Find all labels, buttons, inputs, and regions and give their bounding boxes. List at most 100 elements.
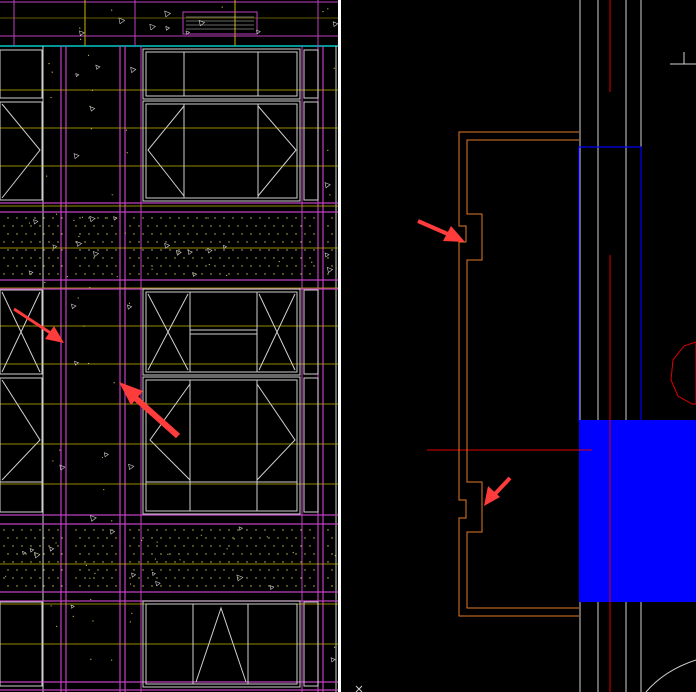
hatch-dot xyxy=(93,241,95,243)
hatch-dot xyxy=(313,553,315,555)
hatch-dot xyxy=(12,225,14,227)
hatch-dot xyxy=(111,577,113,579)
hatch-dot xyxy=(88,217,90,219)
hatch-dot xyxy=(291,529,293,531)
hatch-dot xyxy=(111,225,113,227)
hatch-dot xyxy=(205,233,207,235)
hatch-dot xyxy=(309,529,311,531)
hatch-dot xyxy=(48,225,50,227)
hatch-dot xyxy=(21,225,23,227)
hatch-dot xyxy=(273,529,275,531)
hatch-dot xyxy=(61,265,63,267)
stone-speck xyxy=(200,534,202,536)
hatch-dot xyxy=(79,569,81,571)
hatch-dot xyxy=(174,577,176,579)
hatch-dot xyxy=(79,537,81,539)
hatch-dot xyxy=(21,529,23,531)
hatch-dot xyxy=(165,241,167,243)
stone-speck xyxy=(81,216,83,218)
hatch-dot xyxy=(201,529,203,531)
hatch-dot xyxy=(295,537,297,539)
hatch-dot xyxy=(259,233,261,235)
hatch-dot xyxy=(255,225,257,227)
hatch-dot xyxy=(210,241,212,243)
hatch-dot xyxy=(277,249,279,251)
hatch-dot xyxy=(48,273,50,275)
hatch-dot xyxy=(75,225,77,227)
hatch-dot xyxy=(304,217,306,219)
hatch-dot xyxy=(16,217,18,219)
hatch-dot xyxy=(169,537,171,539)
stone-speck xyxy=(292,551,294,554)
hatch-dot xyxy=(48,561,50,563)
hatch-dot xyxy=(228,241,230,243)
stone-triangle xyxy=(74,360,80,366)
floor-guide-lines xyxy=(0,89,338,645)
stone-speck xyxy=(266,536,268,538)
hatch-dot xyxy=(129,545,131,547)
hatch-dot xyxy=(129,241,131,243)
stone-speck xyxy=(103,488,105,491)
stone-speck xyxy=(141,539,143,541)
hatch-dot xyxy=(16,265,18,267)
hatch-dot xyxy=(102,529,104,531)
stone-triangle xyxy=(70,604,75,609)
hatch-dot xyxy=(21,241,23,243)
hatch-dot xyxy=(34,233,36,235)
stone-triangle xyxy=(187,249,193,255)
hatch-dot xyxy=(57,257,59,259)
stone-speck xyxy=(85,564,87,566)
hatch-dot xyxy=(268,585,270,587)
hatch-dot xyxy=(12,577,14,579)
hatch-dot xyxy=(295,249,297,251)
stone-triangle xyxy=(71,303,77,310)
hatch-dot xyxy=(165,529,167,531)
vent-louver xyxy=(182,11,258,35)
hatch-dot xyxy=(115,569,117,571)
stone-speck xyxy=(77,297,79,299)
hatch-dot xyxy=(30,273,32,275)
section-detail-view xyxy=(355,0,696,692)
hatch-dot xyxy=(241,249,243,251)
stone-speck xyxy=(327,149,329,151)
hatch-dot xyxy=(327,561,329,563)
hatch-dot xyxy=(295,265,297,267)
stone-speck xyxy=(73,219,75,221)
hatch-dot xyxy=(147,529,149,531)
hatch-dot xyxy=(277,265,279,267)
hatch-dot xyxy=(259,585,261,587)
hatch-dot xyxy=(286,553,288,555)
hatch-dot xyxy=(156,225,158,227)
stone-speck xyxy=(44,281,46,284)
hatch-dot xyxy=(43,553,45,555)
hatch-dot xyxy=(259,217,261,219)
hatch-dot xyxy=(21,257,23,259)
stone-speck xyxy=(87,54,90,56)
hatch-dot xyxy=(331,265,333,267)
hatch-dot xyxy=(142,217,144,219)
hatch-dot xyxy=(232,233,234,235)
hatch-dot xyxy=(313,217,315,219)
hatch-dot xyxy=(178,233,180,235)
hatch-dot xyxy=(286,569,288,571)
hatch-dot xyxy=(39,545,41,547)
hatch-dot xyxy=(295,553,297,555)
hatch-dot xyxy=(219,273,221,275)
hatch-dot xyxy=(327,225,329,227)
hatch-dot xyxy=(183,273,185,275)
hatch-dot xyxy=(52,233,54,235)
hatch-dot xyxy=(183,545,185,547)
stone-speck xyxy=(83,325,85,327)
stone-speck xyxy=(334,646,336,648)
hatch-dot xyxy=(223,233,225,235)
hatch-dot xyxy=(97,569,99,571)
hatch-dot xyxy=(228,257,230,259)
stone-triangle xyxy=(73,153,80,160)
hatch-dot xyxy=(52,217,54,219)
hatch-dot xyxy=(129,273,131,275)
stone-speck xyxy=(101,456,104,459)
hatch-dot xyxy=(3,529,5,531)
hatch-dot xyxy=(151,265,153,267)
hatch-dot xyxy=(268,233,270,235)
stone-speck xyxy=(91,89,93,91)
